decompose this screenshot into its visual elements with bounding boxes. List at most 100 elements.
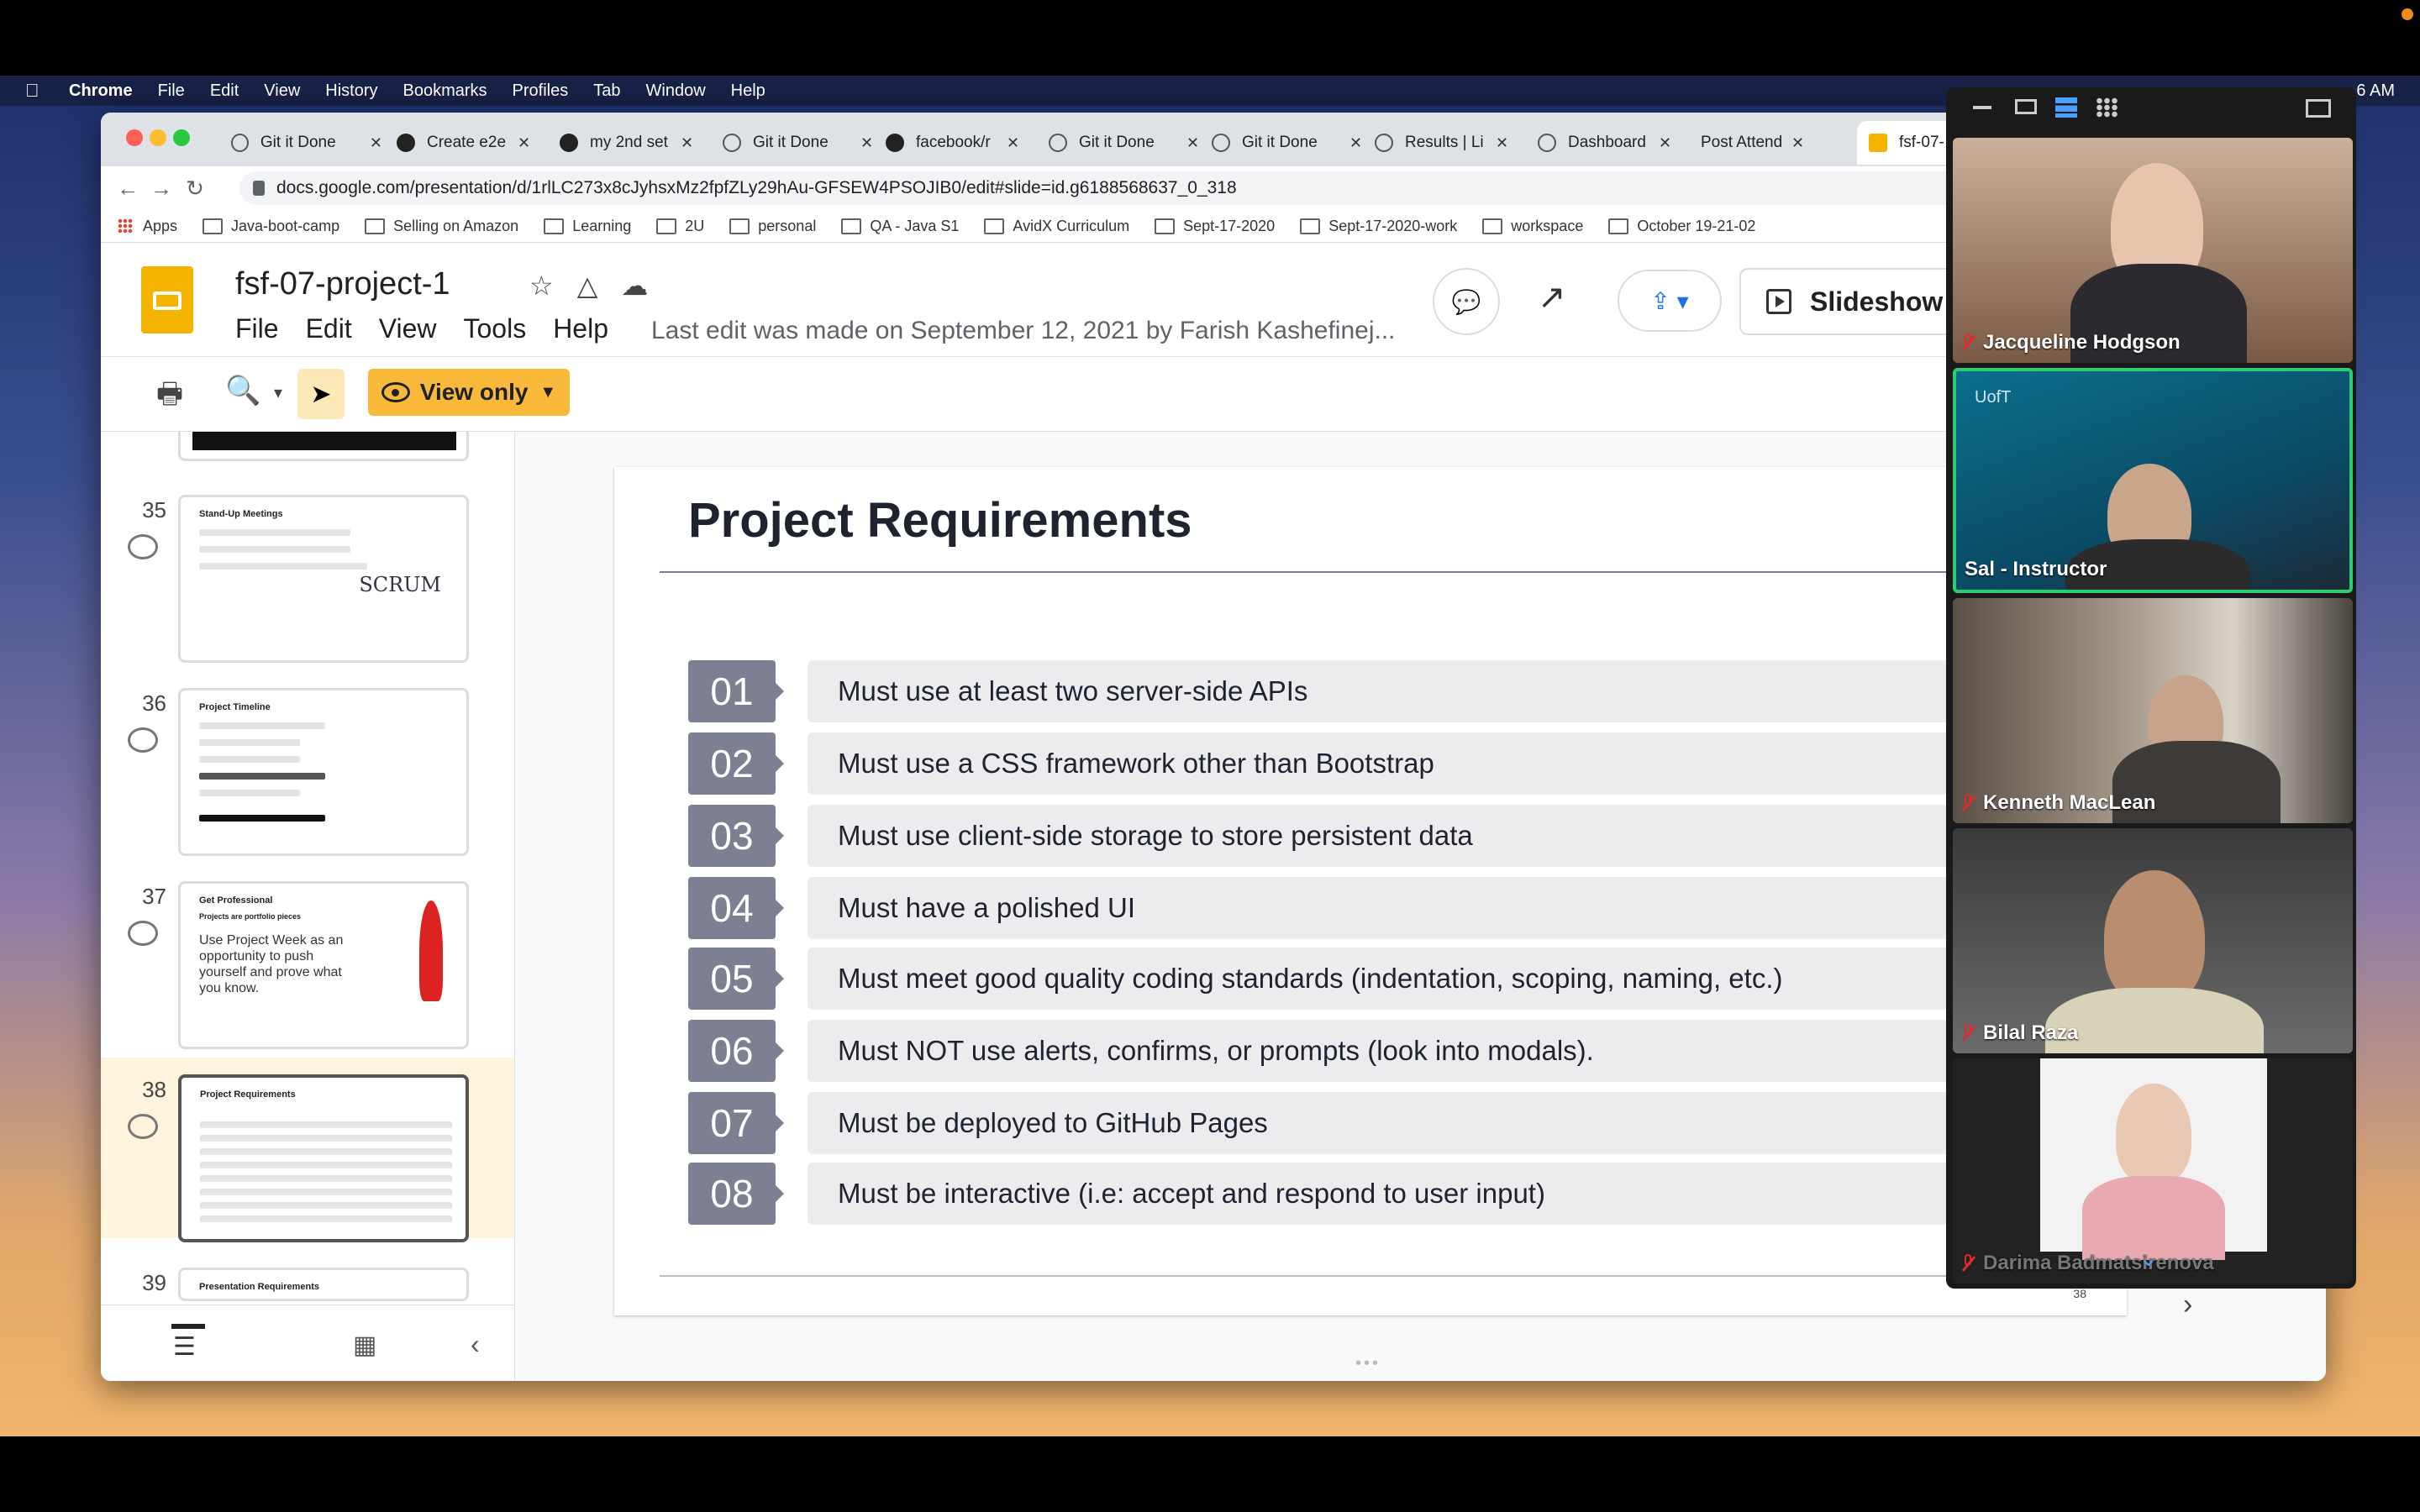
browser-tab[interactable]: Git it Done ✕ bbox=[231, 121, 382, 165]
address-bar[interactable]: docs.google.com/presentation/d/1rlLC273x… bbox=[239, 171, 2046, 205]
speaker-view-icon[interactable] bbox=[2015, 99, 2037, 114]
close-tab-icon[interactable]: ✕ bbox=[1791, 134, 1804, 152]
filmstrip-view-icon[interactable]: ☰ bbox=[173, 1332, 196, 1362]
participant-tile[interactable]: Darima Badmatsirenova ⌄ bbox=[1953, 1058, 2353, 1284]
participant-tile[interactable]: Bilal Raza bbox=[1953, 828, 2353, 1053]
bookmark-folder[interactable]: October 19-21-02 bbox=[1608, 218, 1755, 235]
last-edit-link[interactable]: Last edit was made on September 12, 2021… bbox=[651, 317, 1396, 345]
browser-tab[interactable]: my 2nd set ✕ bbox=[560, 121, 711, 165]
browser-tab[interactable]: Post Attend ✕ bbox=[1701, 121, 1852, 165]
menu-window[interactable]: Window bbox=[646, 81, 706, 101]
tab-label: Dashboard bbox=[1568, 134, 1646, 151]
participant-tile[interactable]: Jacqueline Hodgson bbox=[1953, 138, 2353, 363]
browser-tab[interactable]: Git it Done ✕ bbox=[1049, 121, 1200, 165]
close-tab-icon[interactable]: ✕ bbox=[370, 134, 382, 152]
reload-icon[interactable]: ↻ bbox=[178, 176, 212, 202]
gallery-view-icon[interactable] bbox=[2096, 97, 2118, 118]
bookmark-folder[interactable]: QA - Java S1 bbox=[841, 218, 959, 235]
menu-bookmarks[interactable]: Bookmarks bbox=[403, 81, 487, 101]
strip-view-icon[interactable] bbox=[2055, 97, 2077, 118]
grid-view-icon[interactable]: ▦ bbox=[353, 1331, 376, 1360]
slideshow-button[interactable]: Slideshow bbox=[1739, 268, 1958, 335]
requirement-number: 02 bbox=[688, 732, 784, 795]
thumb-line bbox=[200, 1121, 452, 1128]
slide-thumbnail[interactable]: Presentation Requirements bbox=[178, 1268, 469, 1301]
slide-thumbnail-34[interactable] bbox=[178, 432, 469, 461]
menu-profiles[interactable]: Profiles bbox=[513, 81, 569, 101]
fullscreen-window-button[interactable] bbox=[173, 129, 190, 146]
menu-edit[interactable]: Edit bbox=[210, 81, 239, 101]
activity-dashboard-icon[interactable]: ↗ bbox=[1538, 278, 1566, 317]
close-tab-icon[interactable]: ✕ bbox=[518, 134, 530, 152]
next-slide-arrow-icon[interactable]: › bbox=[2183, 1289, 2192, 1321]
browser-tab[interactable]: Git it Done ✕ bbox=[723, 121, 874, 165]
menu-tab[interactable]: Tab bbox=[593, 81, 620, 101]
participant-tile[interactable]: Kenneth MacLean bbox=[1953, 598, 2353, 823]
document-title[interactable]: fsf-07-project-1 bbox=[235, 266, 450, 302]
star-icon[interactable]: ☆ bbox=[529, 270, 554, 302]
menu-view[interactable]: View bbox=[264, 81, 300, 101]
doc-menu-help[interactable]: Help bbox=[553, 313, 608, 344]
print-icon[interactable]: 🖶 bbox=[156, 374, 183, 422]
present-options-button[interactable]: ⇪ ▾ bbox=[1618, 270, 1722, 332]
zoom-icon[interactable]: 🔍 bbox=[225, 374, 260, 407]
slide-thumbnail[interactable]: Project Timeline bbox=[178, 688, 469, 856]
doc-menu-tools[interactable]: Tools bbox=[463, 313, 526, 344]
cloud-status-icon[interactable]: ☁ bbox=[621, 270, 648, 302]
minimize-icon[interactable] bbox=[1973, 106, 1991, 109]
menu-file[interactable]: File bbox=[158, 81, 185, 101]
menubar-clock[interactable]: 6 AM bbox=[2356, 81, 2395, 101]
close-tab-icon[interactable]: ✕ bbox=[1659, 134, 1671, 152]
bookmark-folder[interactable]: workspace bbox=[1482, 218, 1583, 235]
bookmark-folder[interactable]: AvidX Curriculum bbox=[984, 218, 1129, 235]
slide-thumbnail-selected[interactable]: Project Requirements bbox=[178, 1074, 469, 1242]
close-tab-icon[interactable]: ✕ bbox=[1349, 134, 1362, 152]
slide-filmstrip[interactable]: 35 Stand-Up Meetings SCRUM 36 Project Ti… bbox=[101, 432, 515, 1381]
participant-tile-active-speaker[interactable]: UofT Sal - Instructor bbox=[1953, 368, 2353, 593]
bookmark-folder[interactable]: Sept-17-2020-work bbox=[1300, 218, 1457, 235]
chevron-down-icon[interactable]: ⌄ bbox=[2139, 1246, 2158, 1272]
close-tab-icon[interactable]: ✕ bbox=[1007, 134, 1019, 152]
doc-menu-file[interactable]: File bbox=[235, 313, 279, 344]
menu-app-name[interactable]: Chrome bbox=[69, 81, 133, 101]
bookmark-folder[interactable]: Selling on Amazon bbox=[365, 218, 518, 235]
slides-logo-icon[interactable] bbox=[141, 266, 193, 333]
minimize-window-button[interactable] bbox=[150, 129, 166, 146]
comments-history-button[interactable]: 💬 bbox=[1433, 268, 1500, 335]
apple-icon[interactable]:  bbox=[25, 81, 45, 101]
slide-thumbnail[interactable]: Stand-Up Meetings SCRUM bbox=[178, 495, 469, 663]
speaker-notes-handle[interactable]: ••• bbox=[1355, 1354, 1381, 1373]
menu-history[interactable]: History bbox=[325, 81, 377, 101]
forward-arrow-icon[interactable]: → bbox=[145, 176, 178, 202]
browser-tab[interactable]: Create e2e ✕ bbox=[397, 121, 548, 165]
zoom-dropdown-icon[interactable]: ▾ bbox=[274, 382, 282, 403]
menu-help[interactable]: Help bbox=[731, 81, 765, 101]
close-tab-icon[interactable]: ✕ bbox=[1496, 134, 1508, 152]
bookmark-apps[interactable]: Apps bbox=[101, 218, 177, 235]
move-to-drive-icon[interactable]: △ bbox=[577, 270, 598, 302]
select-cursor-button[interactable]: ➤ bbox=[297, 369, 345, 419]
view-only-button[interactable]: View only ▼ bbox=[368, 369, 570, 416]
slide-canvas[interactable]: Project Requirements 01 Must use at least… bbox=[614, 467, 2127, 1315]
thumb-line bbox=[200, 1162, 452, 1168]
browser-tab[interactable]: facebook/r ✕ bbox=[886, 121, 1037, 165]
browser-tab[interactable]: Results | Li ✕ bbox=[1375, 121, 1526, 165]
doc-menu-view[interactable]: View bbox=[379, 313, 437, 344]
close-tab-icon[interactable]: ✕ bbox=[860, 134, 873, 152]
browser-tab[interactable]: Git it Done ✕ bbox=[1212, 121, 1363, 165]
close-window-button[interactable] bbox=[126, 129, 143, 146]
bookmark-folder[interactable]: personal bbox=[729, 218, 816, 235]
close-tab-icon[interactable]: ✕ bbox=[681, 134, 693, 152]
bookmark-folder[interactable]: Learning bbox=[544, 218, 631, 235]
exit-fullscreen-icon[interactable] bbox=[2306, 99, 2331, 118]
slide-thumbnail[interactable]: Get Professional Projects are portfolio … bbox=[178, 881, 469, 1049]
browser-tab[interactable]: Dashboard ✕ bbox=[1538, 121, 1689, 165]
bookmark-folder[interactable]: Sept-17-2020 bbox=[1155, 218, 1275, 235]
bookmark-folder[interactable]: Java-boot-camp bbox=[203, 218, 339, 235]
doc-menu-edit[interactable]: Edit bbox=[306, 313, 352, 344]
collapse-panel-icon[interactable]: ‹ bbox=[471, 1329, 480, 1360]
chat-icon: 💬 bbox=[1451, 288, 1481, 315]
back-arrow-icon[interactable]: ← bbox=[111, 176, 145, 202]
close-tab-icon[interactable]: ✕ bbox=[1186, 134, 1199, 152]
bookmark-folder[interactable]: 2U bbox=[656, 218, 704, 235]
